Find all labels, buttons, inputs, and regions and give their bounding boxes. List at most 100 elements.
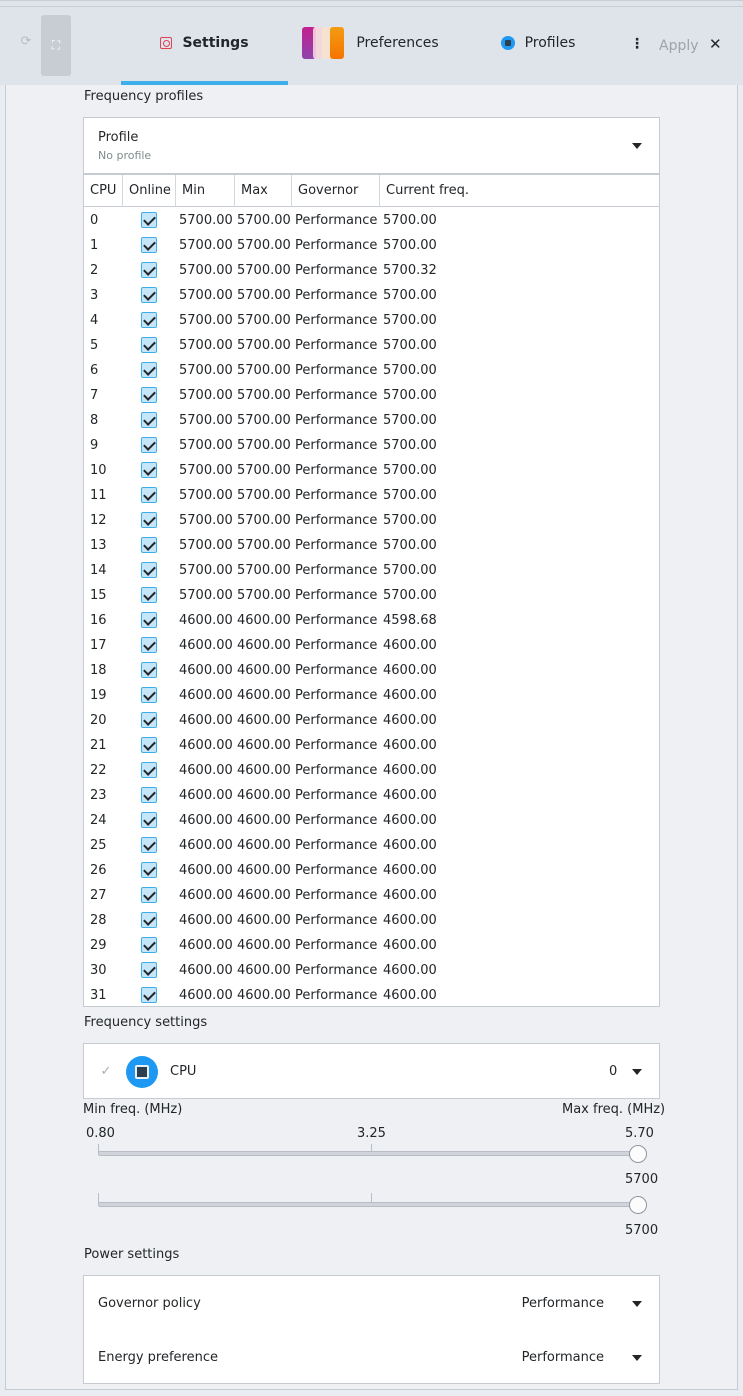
column-header-current-freq[interactable]: Current freq.	[380, 175, 659, 207]
online-checkbox[interactable]	[141, 812, 157, 828]
cell-max: 5700.00	[237, 388, 291, 403]
min-freq-slider[interactable]	[98, 1151, 646, 1156]
table-row[interactable]: 21 4600.00 4600.00 Performance 4600.00	[84, 733, 659, 758]
max-freq-slider[interactable]	[98, 1202, 646, 1207]
cell-current: 5700.00	[383, 238, 437, 253]
table-row[interactable]: 29 4600.00 4600.00 Performance 4600.00	[84, 933, 659, 958]
table-row[interactable]: 6 5700.00 5700.00 Performance 5700.00	[84, 358, 659, 383]
refresh-icon[interactable]: ⟳	[18, 34, 34, 50]
column-header-online[interactable]: Online	[123, 175, 176, 207]
table-row[interactable]: 10 5700.00 5700.00 Performance 5700.00	[84, 458, 659, 483]
online-checkbox[interactable]	[141, 512, 157, 528]
table-row[interactable]: 0 5700.00 5700.00 Performance 5700.00	[84, 208, 659, 233]
tab-settings[interactable]: Settings	[121, 1, 288, 85]
table-row[interactable]: 12 5700.00 5700.00 Performance 5700.00	[84, 508, 659, 533]
online-checkbox[interactable]	[141, 262, 157, 278]
table-row[interactable]: 1 5700.00 5700.00 Performance 5700.00	[84, 233, 659, 258]
online-checkbox[interactable]	[141, 712, 157, 728]
cpu-selector[interactable]: ✓ CPU 0	[83, 1043, 660, 1099]
cell-governor: Performance	[295, 463, 378, 478]
online-checkbox[interactable]	[141, 362, 157, 378]
table-row[interactable]: 28 4600.00 4600.00 Performance 4600.00	[84, 908, 659, 933]
cell-governor: Performance	[295, 713, 378, 728]
table-row[interactable]: 18 4600.00 4600.00 Performance 4600.00	[84, 658, 659, 683]
online-checkbox[interactable]	[141, 612, 157, 628]
online-checkbox[interactable]	[141, 562, 157, 578]
energy-preference-dropdown[interactable]: Performance	[464, 1342, 650, 1374]
more-options-icon[interactable]: ⋮	[630, 37, 644, 51]
online-checkbox[interactable]	[141, 587, 157, 603]
table-row[interactable]: 7 5700.00 5700.00 Performance 5700.00	[84, 383, 659, 408]
online-checkbox[interactable]	[141, 487, 157, 503]
table-row[interactable]: 30 4600.00 4600.00 Performance 4600.00	[84, 958, 659, 983]
online-checkbox[interactable]	[141, 437, 157, 453]
online-checkbox[interactable]	[141, 287, 157, 303]
table-row[interactable]: 19 4600.00 4600.00 Performance 4600.00	[84, 683, 659, 708]
min-freq-slider-handle[interactable]	[629, 1145, 647, 1163]
table-row[interactable]: 17 4600.00 4600.00 Performance 4600.00	[84, 633, 659, 658]
fullscreen-button[interactable]: ⛶	[41, 15, 71, 76]
table-row[interactable]: 15 5700.00 5700.00 Performance 5700.00	[84, 583, 659, 608]
online-checkbox[interactable]	[141, 687, 157, 703]
cell-current: 5700.32	[383, 263, 437, 278]
table-row[interactable]: 9 5700.00 5700.00 Performance 5700.00	[84, 433, 659, 458]
table-row[interactable]: 11 5700.00 5700.00 Performance 5700.00	[84, 483, 659, 508]
tab-settings-label: Settings	[182, 35, 249, 51]
online-checkbox[interactable]	[141, 787, 157, 803]
online-checkbox[interactable]	[141, 237, 157, 253]
online-checkbox[interactable]	[141, 337, 157, 353]
apply-button[interactable]: Apply	[659, 38, 699, 54]
close-icon[interactable]: ✕	[709, 35, 722, 53]
table-row[interactable]: 13 5700.00 5700.00 Performance 5700.00	[84, 533, 659, 558]
table-row[interactable]: 3 5700.00 5700.00 Performance 5700.00	[84, 283, 659, 308]
governor-policy-dropdown[interactable]: Performance	[464, 1288, 650, 1320]
table-row[interactable]: 14 5700.00 5700.00 Performance 5700.00	[84, 558, 659, 583]
online-checkbox[interactable]	[141, 212, 157, 228]
column-header-cpu[interactable]: CPU	[84, 175, 123, 207]
online-checkbox[interactable]	[141, 837, 157, 853]
table-row[interactable]: 23 4600.00 4600.00 Performance 4600.00	[84, 783, 659, 808]
online-checkbox[interactable]	[141, 737, 157, 753]
column-header-governor[interactable]: Governor	[292, 175, 380, 207]
online-checkbox[interactable]	[141, 762, 157, 778]
cell-max: 5700.00	[237, 538, 291, 553]
online-checkbox[interactable]	[141, 887, 157, 903]
tab-profiles[interactable]: Profiles	[488, 1, 588, 85]
table-row[interactable]: 26 4600.00 4600.00 Performance 4600.00	[84, 858, 659, 883]
online-checkbox[interactable]	[141, 987, 157, 1003]
table-row[interactable]: 31 4600.00 4600.00 Performance 4600.00	[84, 983, 659, 1006]
cpu-table[interactable]: CPU Online Min Max Governor Current freq…	[83, 174, 660, 1007]
online-checkbox[interactable]	[141, 862, 157, 878]
online-checkbox[interactable]	[141, 387, 157, 403]
table-row[interactable]: 20 4600.00 4600.00 Performance 4600.00	[84, 708, 659, 733]
online-checkbox[interactable]	[141, 937, 157, 953]
table-row[interactable]: 22 4600.00 4600.00 Performance 4600.00	[84, 758, 659, 783]
online-checkbox[interactable]	[141, 912, 157, 928]
online-checkbox[interactable]	[141, 662, 157, 678]
table-row[interactable]: 8 5700.00 5700.00 Performance 5700.00	[84, 408, 659, 433]
table-row[interactable]: 24 4600.00 4600.00 Performance 4600.00	[84, 808, 659, 833]
online-checkbox[interactable]	[141, 312, 157, 328]
column-header-max[interactable]: Max	[235, 175, 292, 207]
checkmark-icon[interactable]: ✓	[98, 1064, 114, 1080]
cell-governor: Performance	[295, 288, 378, 303]
column-header-min[interactable]: Min	[176, 175, 235, 207]
cell-cpu: 12	[90, 513, 107, 528]
table-row[interactable]: 2 5700.00 5700.00 Performance 5700.32	[84, 258, 659, 283]
table-row[interactable]: 16 4600.00 4600.00 Performance 4598.68	[84, 608, 659, 633]
online-checkbox[interactable]	[141, 962, 157, 978]
max-freq-slider-handle[interactable]	[629, 1196, 647, 1214]
online-checkbox[interactable]	[141, 537, 157, 553]
cell-current: 4600.00	[383, 938, 437, 953]
online-checkbox[interactable]	[141, 412, 157, 428]
table-row[interactable]: 4 5700.00 5700.00 Performance 5700.00	[84, 308, 659, 333]
table-row[interactable]: 25 4600.00 4600.00 Performance 4600.00	[84, 833, 659, 858]
profile-dropdown[interactable]: Profile No profile	[83, 117, 660, 174]
table-row[interactable]: 27 4600.00 4600.00 Performance 4600.00	[84, 883, 659, 908]
online-checkbox[interactable]	[141, 462, 157, 478]
cell-governor: Performance	[295, 738, 378, 753]
online-checkbox[interactable]	[141, 637, 157, 653]
cell-cpu: 24	[90, 813, 107, 828]
table-row[interactable]: 5 5700.00 5700.00 Performance 5700.00	[84, 333, 659, 358]
tab-preferences[interactable]: Preferences	[296, 1, 441, 85]
